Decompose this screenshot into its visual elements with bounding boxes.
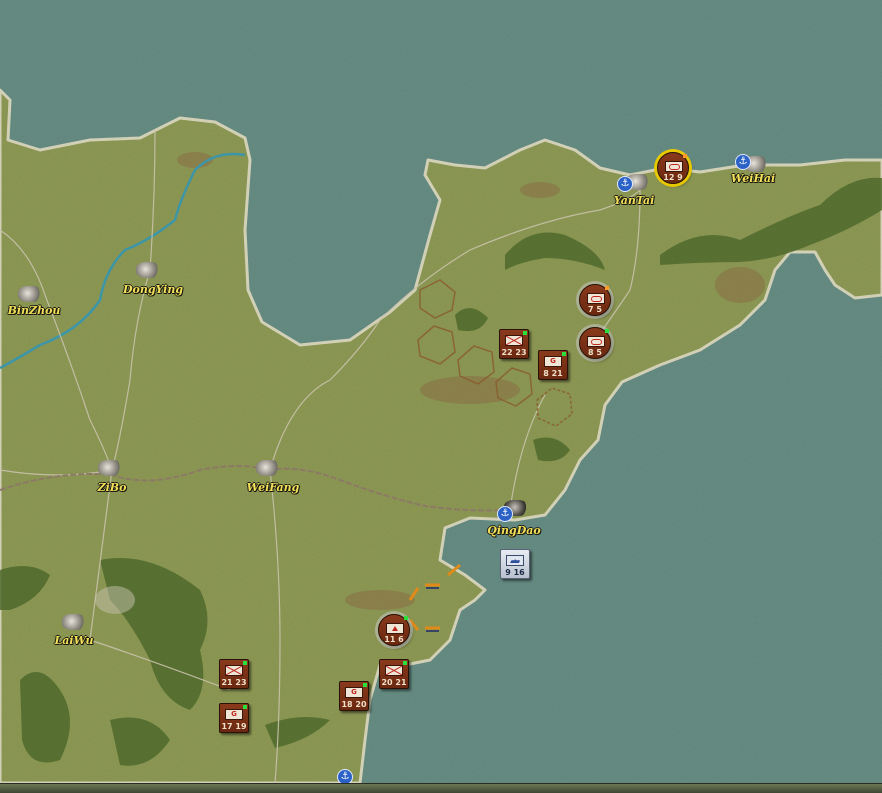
anchor-icon[interactable]: ⚓ [497, 506, 513, 522]
unit-strength: 11 6 [384, 635, 404, 644]
unit-counter-infantry[interactable]: 22 23 [499, 329, 529, 359]
city-label-zibo: ZiBo [97, 481, 127, 494]
unit-counter-armor[interactable]: 7 5 [579, 284, 611, 316]
city-marker-weifang[interactable] [250, 460, 284, 482]
status-indicator [605, 286, 609, 290]
unit-strength: 20 21 [381, 678, 407, 687]
status-indicator [363, 683, 367, 687]
unit-counter-infantry[interactable]: 21 23 [219, 659, 249, 689]
unit-counter-mountain[interactable]: 11 6 [378, 614, 410, 646]
unit-strength: 12 9 [663, 173, 683, 182]
mech-symbol-icon: G [345, 687, 363, 698]
unit-strength: 9 16 [505, 568, 525, 577]
city-label-yantai: YanTai [613, 194, 655, 207]
city-label-dongying: DongYing [122, 283, 184, 296]
infantry-symbol-icon [385, 665, 403, 676]
unit-counter-mech[interactable]: G 18 20 [339, 681, 369, 711]
status-indicator [605, 329, 609, 333]
anchor-icon[interactable]: ⚓ [617, 176, 633, 192]
city-label-binzhou: BinZhou [7, 304, 61, 317]
status-indicator [243, 705, 247, 709]
status-indicator [243, 661, 247, 665]
armor-symbol-icon [665, 161, 683, 172]
status-indicator [523, 331, 527, 335]
city-marker-laiwu[interactable] [56, 614, 90, 636]
unit-counter-armor[interactable]: 12 9 [657, 152, 689, 184]
anchor-icon[interactable]: ⚓ [735, 154, 751, 170]
status-indicator [683, 154, 687, 158]
city-marker-zibo[interactable] [92, 460, 126, 482]
mountain-symbol-icon [386, 623, 404, 634]
city-label-qingdao: QingDao [487, 524, 541, 537]
city-marker-dongying[interactable] [130, 262, 164, 284]
game-map[interactable]: BinZhou DongYing ZiBo WeiFang LaiWu ⚓ Ya… [0, 0, 882, 793]
armor-symbol-icon [587, 293, 605, 304]
armor-symbol-icon [587, 336, 605, 347]
bottom-bar [0, 783, 882, 793]
ship-symbol-icon [506, 555, 524, 566]
unit-strength: 17 19 [221, 722, 247, 731]
unit-strength: 22 23 [501, 348, 527, 357]
terrain-layer [0, 0, 882, 793]
city-label-weihai: WeiHai [730, 172, 776, 185]
unit-counter-mech[interactable]: G 17 19 [219, 703, 249, 733]
unit-counter-armor[interactable]: 8 5 [579, 327, 611, 359]
city-label-weifang: WeiFang [246, 481, 300, 494]
unit-counter-mech[interactable]: G 8 21 [538, 350, 568, 380]
status-indicator [403, 661, 407, 665]
infantry-symbol-icon [225, 665, 243, 676]
unit-counter-infantry[interactable]: 20 21 [379, 659, 409, 689]
unit-counter-naval[interactable]: 9 16 [500, 549, 530, 579]
status-indicator [562, 352, 566, 356]
unit-strength: 18 20 [341, 700, 367, 709]
status-indicator [404, 616, 408, 620]
unit-strength: 8 21 [543, 369, 563, 378]
city-label-laiwu: LaiWu [54, 634, 94, 647]
mech-symbol-icon: G [544, 356, 562, 367]
unit-strength: 8 5 [588, 348, 602, 357]
unit-strength: 7 5 [588, 305, 602, 314]
infantry-symbol-icon [505, 335, 523, 346]
unit-strength: 21 23 [221, 678, 247, 687]
mech-symbol-icon: G [225, 709, 243, 720]
